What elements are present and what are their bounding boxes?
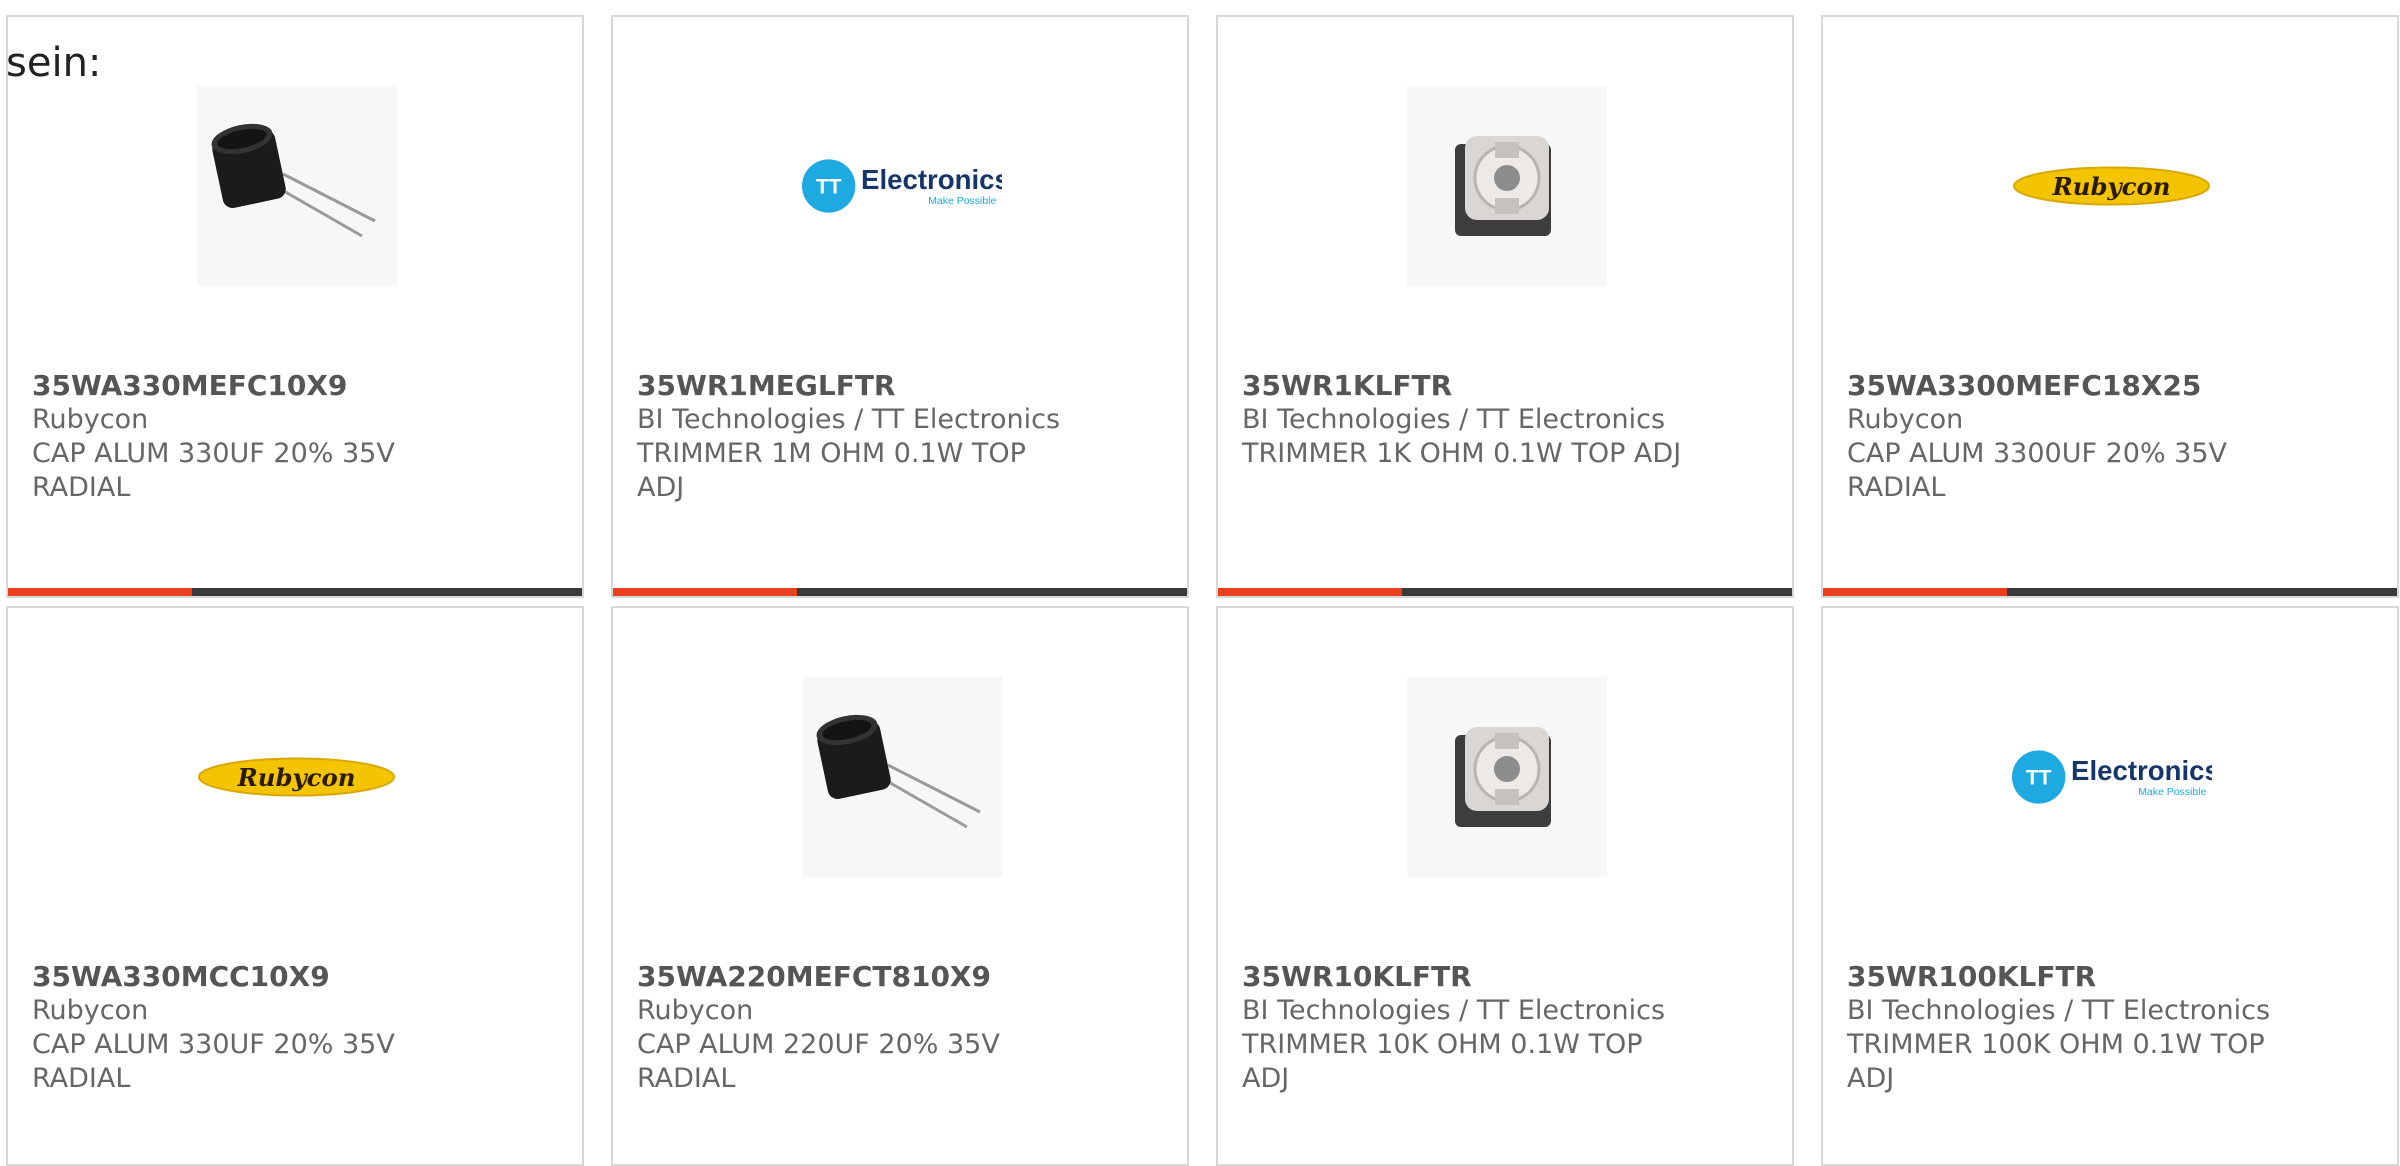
description: TRIMMER 1K OHM 0.1W TOP ADJ [1242,438,1682,469]
card-bar [1218,588,1792,596]
description: TRIMMER 100K OHM 0.1W TOP [1847,1029,2265,1060]
card-bar [1823,588,2397,596]
manufacturer: BI Technologies / TT Electronics [1242,995,1666,1026]
description: ADJ [1242,1063,1290,1094]
manufacturer: Rubycon [32,404,149,435]
manufacturer: BI Technologies / TT Electronics [637,404,1061,435]
trimmer-image[interactable] [1407,677,1607,877]
trimmer-image[interactable] [1407,86,1607,286]
product-card[interactable]: 35WA220MEFCT810X9 Rubycon CAP ALUM 220UF… [611,606,1189,1166]
part-number[interactable]: 35WA220MEFCT810X9 [637,960,1157,994]
svg-text:TT: TT [816,176,842,199]
part-number[interactable]: 35WR1KLFTR [1242,369,1762,403]
product-card[interactable]: TT Electronics Make Possible 35WR1MEGLFT… [611,15,1189,598]
manufacturer: Rubycon [32,995,149,1026]
part-number[interactable]: 35WA330MCC10X9 [32,960,552,994]
part-number[interactable]: 35WR100KLFTR [1847,960,2367,994]
product-card[interactable]: 35WR10KLFTR BI Technologies / TT Electro… [1216,606,1794,1166]
description: CAP ALUM 330UF 20% 35V [32,438,395,469]
description: TRIMMER 10K OHM 0.1W TOP [1242,1029,1643,1060]
description: ADJ [637,472,685,503]
part-number[interactable]: 35WA330MEFC10X9 [32,369,552,403]
description: RADIAL [32,472,131,503]
description: CAP ALUM 330UF 20% 35V [32,1029,395,1060]
product-card[interactable]: TT Electronics Make Possible 35WR100KLFT… [1821,606,2399,1166]
product-card[interactable]: Rubycon 35WA3300MEFC18X25 Rubycon CAP AL… [1821,15,2399,598]
part-number[interactable]: 35WR1MEGLFTR [637,369,1157,403]
tt-electronics-logo[interactable]: TT Electronics Make Possible [802,86,1002,286]
description: CAP ALUM 3300UF 20% 35V [1847,438,2228,469]
card-bar [613,588,1187,596]
manufacturer: Rubycon [637,995,754,1026]
svg-text:Make Possible: Make Possible [928,196,996,207]
intro-text: sein: [6,40,102,86]
description: RADIAL [637,1063,736,1094]
product-card[interactable]: 35WR1KLFTR BI Technologies / TT Electron… [1216,15,1794,598]
product-card[interactable]: Rubycon 35WA330MCC10X9 Rubycon CAP ALUM … [6,606,584,1166]
tt-electronics-logo[interactable]: TT Electronics Make Possible [2012,677,2212,877]
rubycon-logo[interactable]: Rubycon [2012,86,2212,286]
product-card[interactable]: 35WA330MEFC10X9 Rubycon CAP ALUM 330UF 2… [6,15,584,598]
svg-text:Rubycon: Rubycon [237,763,356,792]
description: CAP ALUM 220UF 20% 35V [637,1029,1000,1060]
svg-text:TT: TT [2026,767,2052,790]
svg-text:Rubycon: Rubycon [2052,172,2171,201]
description: ADJ [1847,1063,1895,1094]
rubycon-logo[interactable]: Rubycon [197,677,397,877]
description: TRIMMER 1M OHM 0.1W TOP [637,438,1026,469]
manufacturer: BI Technologies / TT Electronics [1242,404,1666,435]
part-number[interactable]: 35WA3300MEFC18X25 [1847,369,2367,403]
svg-text:Electronics: Electronics [2071,755,2212,786]
svg-text:Make Possible: Make Possible [2138,787,2206,798]
capacitor-image[interactable] [802,677,1002,877]
description: RADIAL [1847,472,1946,503]
description: RADIAL [32,1063,131,1094]
card-bar [8,588,582,596]
part-number[interactable]: 35WR10KLFTR [1242,960,1762,994]
svg-text:Electronics: Electronics [861,164,1002,195]
capacitor-image[interactable] [197,86,397,286]
manufacturer: BI Technologies / TT Electronics [1847,995,2271,1026]
manufacturer: Rubycon [1847,404,1964,435]
